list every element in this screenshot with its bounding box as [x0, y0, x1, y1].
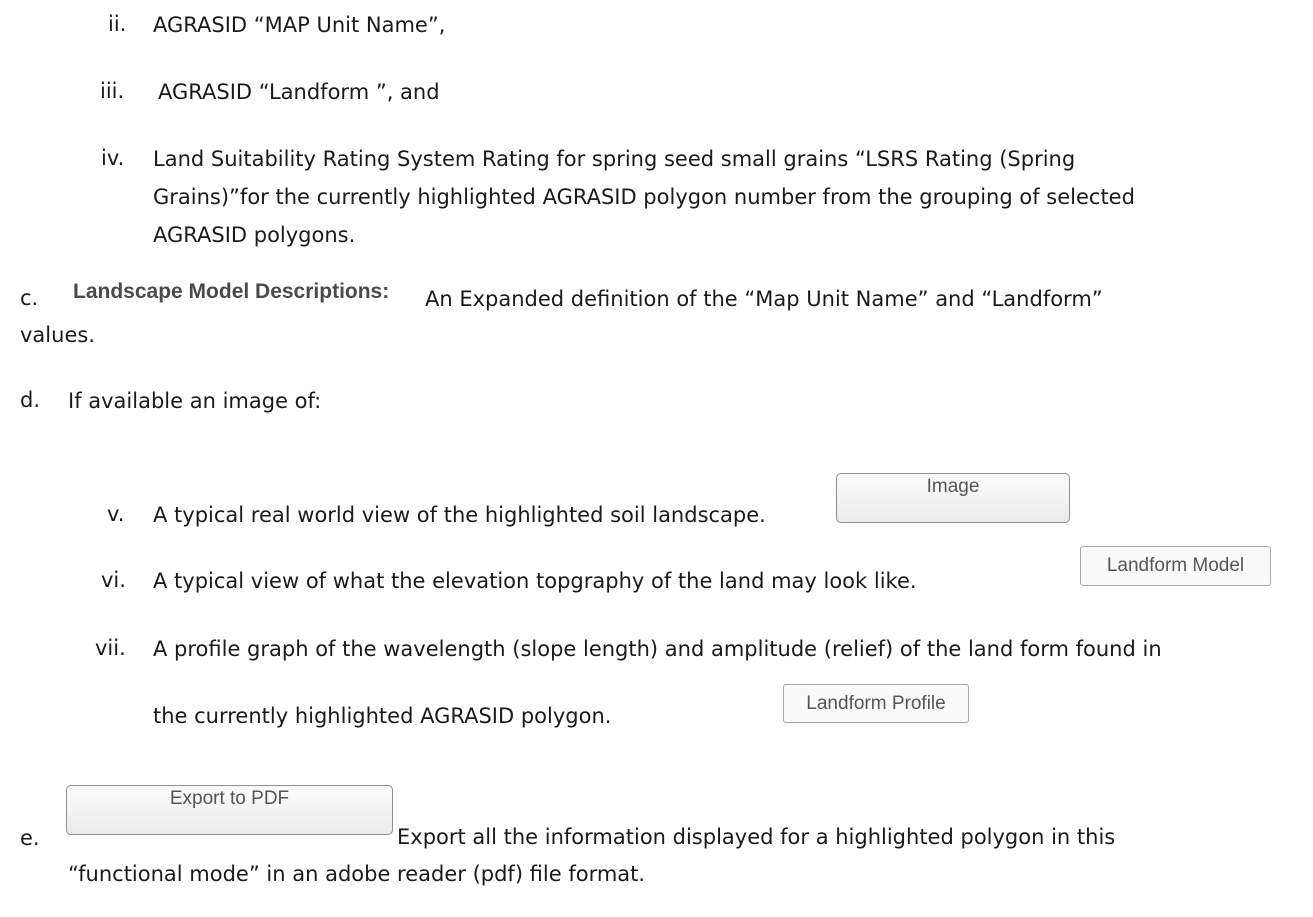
item-vii-line-2: the currently highlighted AGRASID polygo… — [153, 704, 612, 728]
item-iv-line-2: Grains)”for the currently highlighted AG… — [153, 185, 1135, 209]
item-ii-marker: ii. — [108, 12, 127, 36]
item-v-text: A typical real world view of the highlig… — [153, 503, 766, 527]
landscape-model-descriptions-label: Landscape Model Descriptions: — [73, 280, 390, 303]
item-iv-line-1: Land Suitability Rating System Rating fo… — [153, 147, 1076, 171]
item-vii-marker: vii. — [95, 636, 126, 660]
item-v-marker: v. — [107, 502, 125, 526]
item-c-line-2: values. — [20, 323, 95, 347]
item-d-marker: d. — [20, 388, 41, 412]
item-iii-marker: iii. — [100, 79, 125, 103]
item-c-marker: c. — [20, 286, 39, 310]
item-iv-marker: iv. — [101, 146, 125, 170]
item-e-line-2: “functional mode” in an adobe reader (pd… — [68, 862, 646, 886]
item-vi-marker: vi. — [101, 568, 126, 592]
item-d-text: If available an image of: — [68, 389, 322, 413]
item-vi-text: A typical view of what the elevation top… — [153, 569, 917, 593]
landform-model-button[interactable]: Landform Model — [1080, 546, 1271, 586]
item-e-line-1: Export all the information displayed for… — [397, 825, 1116, 849]
item-vii-line-1: A profile graph of the wavelength (slope… — [153, 637, 1162, 661]
item-e-marker: e. — [20, 826, 40, 850]
item-ii-text: AGRASID “MAP Unit Name”, — [153, 13, 446, 37]
item-iii-text: AGRASID “Landform ”, and — [158, 80, 440, 104]
item-c-line-1: An Expanded definition of the “Map Unit … — [425, 287, 1103, 311]
document-page: ii. AGRASID “MAP Unit Name”, iii. AGRASI… — [0, 0, 1313, 917]
image-button[interactable]: Image — [836, 473, 1070, 523]
landform-profile-button[interactable]: Landform Profile — [783, 684, 969, 723]
item-iv-line-3: AGRASID polygons. — [153, 223, 356, 247]
export-to-pdf-button[interactable]: Export to PDF — [66, 785, 393, 835]
